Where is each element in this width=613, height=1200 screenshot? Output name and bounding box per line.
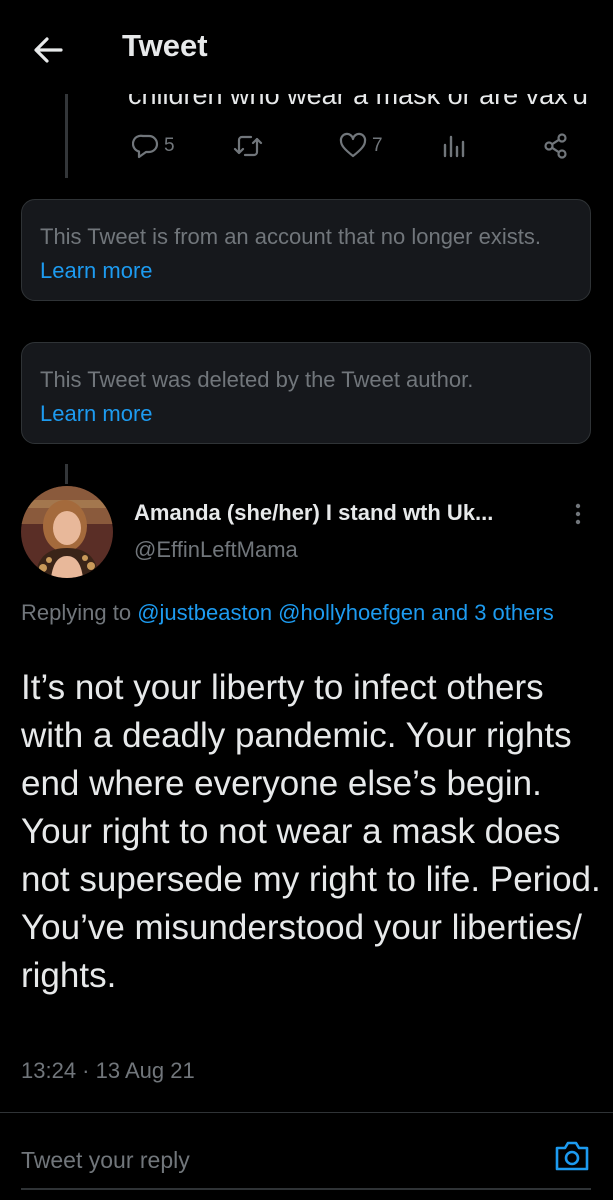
share-button[interactable]: [542, 128, 570, 164]
learn-more-link[interactable]: Learn more: [40, 401, 153, 426]
more-vertical-icon: [575, 503, 581, 525]
back-button[interactable]: [28, 30, 68, 70]
tweet-timestamp[interactable]: 13:24 · 13 Aug 21: [21, 1058, 195, 1084]
more-options-button[interactable]: [568, 500, 588, 530]
analytics-button[interactable]: [440, 128, 468, 164]
share-icon: [544, 133, 567, 159]
arrow-left-icon: [34, 37, 63, 63]
like-count: 7: [372, 135, 383, 156]
reply-input[interactable]: [21, 1140, 521, 1180]
retweet-icon: [233, 135, 263, 157]
page-title: Tweet: [122, 28, 208, 63]
heart-icon: [339, 132, 367, 158]
replying-to: Replying to @justbeaston @hollyhoefgen a…: [21, 596, 581, 629]
author-handle[interactable]: @EffinLeftMama: [134, 537, 298, 563]
avatar[interactable]: [21, 486, 113, 578]
notice-text: This Tweet is from an account that no lo…: [40, 224, 541, 249]
notice-text: This Tweet was deleted by the Tweet auth…: [40, 367, 474, 392]
replying-prefix: Replying to: [21, 600, 132, 625]
reply-count: 5: [164, 135, 175, 156]
top-bar: Tweet: [0, 0, 613, 94]
tweet-text: It’s not your liberty to infect others w…: [21, 668, 601, 995]
camera-button[interactable]: [553, 1138, 591, 1174]
reply-input-underline: [21, 1188, 591, 1190]
author-name[interactable]: Amanda (she/her) I stand wth Uk...: [134, 500, 493, 526]
replying-mentions-link[interactable]: @justbeaston @hollyhoefgen and 3 others: [137, 600, 554, 625]
reply-button[interactable]: 5: [132, 128, 175, 164]
deleted-tweet-notice: This Tweet was deleted by the Tweet auth…: [21, 342, 591, 444]
analytics-icon: [443, 135, 465, 158]
unavailable-tweet-notice: This Tweet is from an account that no lo…: [21, 199, 591, 301]
previous-tweet-actions: 5 7: [0, 128, 613, 168]
learn-more-link[interactable]: Learn more: [40, 258, 153, 283]
divider: [0, 1112, 613, 1113]
reply-bubble-icon: [132, 134, 159, 159]
retweet-button[interactable]: [232, 128, 268, 164]
profile-photo: [21, 486, 113, 578]
camera-icon: [555, 1141, 589, 1171]
thread-line-bottom: [65, 464, 68, 484]
like-button[interactable]: 7: [338, 128, 383, 164]
